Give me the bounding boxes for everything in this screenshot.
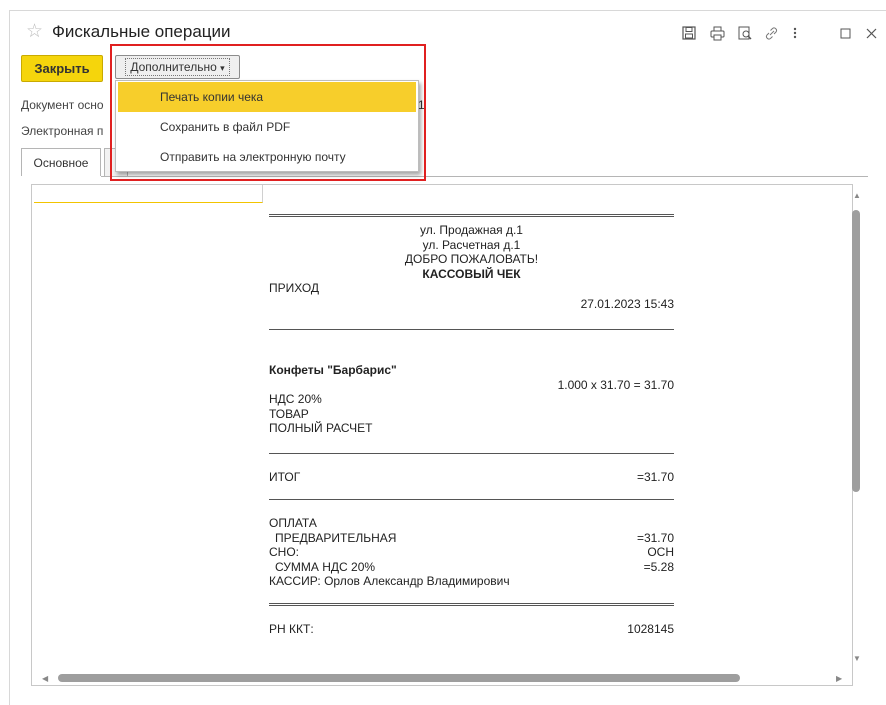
vertical-scrollbar-thumb[interactable] — [852, 210, 860, 492]
receipt-prepay-row: ПРЕДВАРИТЕЛЬНАЯ =31.70 — [269, 531, 674, 546]
save-icon[interactable] — [680, 24, 698, 42]
print-icon[interactable] — [708, 24, 726, 42]
maximize-icon[interactable] — [836, 24, 854, 42]
horizontal-scrollbar-thumb[interactable] — [58, 674, 740, 682]
receipt-vat-sum-row: СУММА НДС 20% =5.28 — [269, 560, 674, 575]
base-document-label: Документ осно — [21, 98, 104, 112]
receipt-address-2: ул. Расчетная д.1 — [422, 237, 521, 252]
receipt-header: КАССОВЫЙ ЧЕК — [422, 266, 521, 281]
receipt-cashier: КАССИР: Орлов Александр Владимирович — [269, 574, 510, 588]
preview-icon[interactable] — [736, 24, 754, 42]
receipt-rule — [269, 329, 674, 330]
annotation-highlight-box — [110, 44, 426, 181]
receipt-total-value: =31.70 — [636, 469, 674, 484]
receipt-payment-method: ПОЛНЫЙ РАСЧЕТ — [269, 421, 373, 435]
close-icon[interactable] — [862, 24, 880, 42]
receipt-prepay-value: =31.70 — [636, 530, 674, 545]
receipt-rule — [269, 602, 674, 606]
receipt-rn-label: РН ККТ: — [269, 621, 314, 636]
receipt-total-label: ИТОГ — [269, 469, 301, 484]
receipt-total-row: ИТОГ =31.70 — [269, 470, 674, 485]
receipt-vat: НДС 20% — [269, 392, 322, 406]
receipt-rn-value: 1028145 — [627, 621, 674, 636]
receipt-address-1: ул. Продажная д.1 — [420, 223, 523, 237]
receipt-rn-row: РН ККТ: 1028145 — [269, 622, 674, 637]
panel-cell-indicator — [34, 185, 263, 203]
receipt-document: ул. Продажная д.1 ул. Расчетная д.1 ДОБР… — [269, 214, 674, 636]
receipt-sno-value: ОСН — [647, 545, 674, 559]
receipt-prepay-label: ПРЕДВАРИТЕЛЬНАЯ — [275, 530, 397, 545]
scroll-right-icon[interactable]: ▶ — [836, 674, 842, 683]
receipt-subject: ТОВАР — [269, 406, 309, 421]
receipt-item-calc: 1.000 x 31.70 = 31.70 — [557, 377, 674, 392]
receipt-payment-label: ОПЛАТА — [269, 516, 317, 530]
receipt-rule — [269, 499, 674, 500]
scroll-up-icon[interactable]: ▲ — [853, 191, 861, 200]
window-title: Фискальные операции — [52, 22, 231, 41]
receipt-sno-row: СНО: ОСН — [269, 545, 674, 560]
receipt-rule — [269, 214, 674, 217]
receipt-vat-sum-label: СУММА НДС 20% — [275, 559, 376, 574]
receipt-sno-label: СНО: — [269, 545, 299, 559]
receipt-item-name: Конфеты "Барбарис" — [269, 363, 397, 377]
email-receipt-label: Электронная п — [21, 124, 104, 138]
scroll-down-icon[interactable]: ▼ — [853, 654, 861, 663]
receipt-vat-sum-value: =5.28 — [643, 559, 674, 574]
close-button[interactable]: Закрыть — [21, 55, 103, 82]
tab-main[interactable]: Основное — [21, 148, 101, 176]
more-icon[interactable] — [786, 24, 804, 42]
receipt-datetime: 27.01.2023 15:43 — [580, 296, 674, 311]
link-icon[interactable] — [762, 24, 780, 42]
receipt-welcome: ДОБРО ПОЖАЛОВАТЬ! — [404, 252, 539, 266]
scroll-left-icon[interactable]: ◀ — [42, 674, 48, 683]
receipt-operation-type: ПРИХОД — [269, 281, 320, 295]
receipt-rule — [269, 452, 674, 454]
star-icon[interactable]: ☆ — [26, 22, 43, 42]
